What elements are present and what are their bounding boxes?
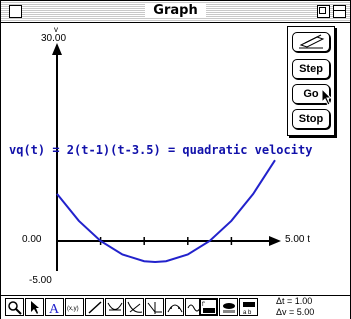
graph-window: Graph v 30.00 0.00 -5.00 5.00 t vq(t) = … — [0, 0, 351, 319]
svg-text:a b: a b — [243, 310, 252, 315]
collapse-box-icon[interactable] — [333, 5, 346, 18]
magnifier-icon[interactable] — [5, 298, 24, 316]
title-bar[interactable]: Graph — [1, 1, 350, 23]
svg-text:(x,y): (x,y) — [67, 306, 79, 312]
y-max-label: 30.00 — [41, 33, 67, 44]
y-zero-label: 0.00 — [22, 234, 42, 245]
dv-label: Δv = 5.00 — [276, 307, 315, 317]
velocity-curve[interactable] — [56, 159, 276, 264]
zoom-box-icon[interactable] — [317, 5, 330, 18]
slope-icon[interactable] — [125, 298, 144, 316]
xy-coordinate-icon[interactable]: (x,y) — [65, 298, 84, 316]
stop-button[interactable]: Stop — [292, 109, 330, 129]
tangent-icon[interactable] — [105, 298, 124, 316]
mouse-pointer-icon — [321, 88, 333, 106]
dt-label: Δt = 1.00 — [276, 296, 313, 306]
bottom-toolbar: A (x,y) f' a b Δt = 1.00 Δv = 5.00 — [1, 295, 350, 319]
y-axis-arrow-icon — [52, 43, 62, 55]
x-axis-arrow-icon — [269, 236, 281, 246]
svg-text:f': f' — [202, 302, 205, 308]
scale-icon[interactable]: a b — [239, 298, 258, 316]
integral-icon[interactable] — [145, 298, 164, 316]
control-palette: Step Go Stop — [287, 26, 335, 136]
step-button[interactable]: Step — [292, 59, 330, 79]
derivative-icon[interactable]: f' — [199, 298, 218, 316]
svg-text:A: A — [49, 302, 60, 315]
y-min-label: -5.00 — [29, 275, 52, 286]
eraser-button[interactable] — [292, 32, 330, 52]
eraser-icon — [299, 34, 325, 49]
window-title-text: Graph — [145, 3, 206, 18]
text-icon[interactable]: A — [45, 298, 64, 316]
x-max-label: 5.00 t — [285, 234, 311, 245]
arrow-icon[interactable] — [25, 298, 44, 316]
step-readout: Δt = 1.00 Δv = 5.00 — [276, 296, 314, 318]
line-icon[interactable] — [85, 298, 104, 316]
curve-fit-icon[interactable] — [165, 298, 184, 316]
graph-type-icon[interactable] — [219, 298, 238, 316]
equation-label: vq(t) = 2(t-1)(t-3.5) = quadratic veloci… — [9, 143, 313, 157]
window-title: Graph — [1, 3, 350, 18]
